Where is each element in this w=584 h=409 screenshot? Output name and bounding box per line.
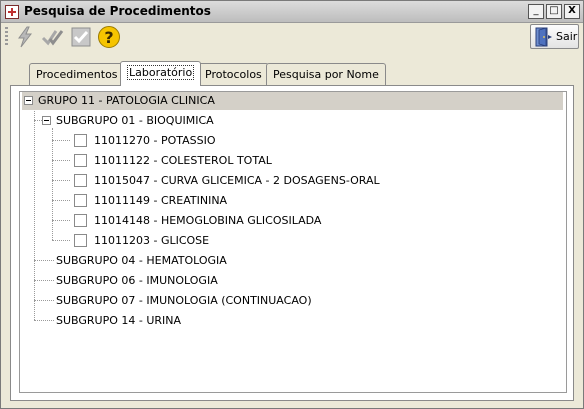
tabs-area: Procedimentos Laboratório Protocolos Pes…: [10, 55, 574, 401]
tree-item-label: 11011270 - POTASSIO: [94, 134, 216, 147]
door-exit-icon: [535, 27, 552, 47]
tree-item-label: 11011149 - CREATININA: [94, 194, 228, 207]
tree-subgroup-07[interactable]: SUBGRUPO 07 - IMUNOLOGIA (CONTINUACAO): [56, 292, 556, 310]
tree-node-label: SUBGRUPO 04 - HEMATOLOGIA: [56, 254, 227, 267]
tree-item-row[interactable]: 11011203 - GLICOSE: [74, 232, 554, 250]
tree-line: [52, 128, 53, 240]
lightning-icon[interactable]: [13, 25, 37, 49]
tree-item-label: 11011122 - COLESTEROL TOTAL: [94, 154, 272, 167]
tab-label: Pesquisa por Nome: [273, 68, 379, 81]
checkbox-check-icon[interactable]: [69, 25, 93, 49]
item-checkbox[interactable]: [74, 194, 87, 207]
tree-item-row[interactable]: 11015047 - CURVA GLICEMICA - 2 DOSAGENS-…: [74, 172, 554, 190]
tab-label: Protocolos: [205, 68, 262, 81]
item-checkbox[interactable]: [74, 154, 87, 167]
exit-button[interactable]: Sair: [530, 24, 579, 49]
tree-line: [34, 320, 54, 321]
tree-subgroup-14[interactable]: SUBGRUPO 14 - URINA: [56, 312, 556, 330]
tab-procedimentos[interactable]: Procedimentos: [29, 63, 125, 85]
item-checkbox[interactable]: [74, 174, 87, 187]
tree-item-label: 11014148 - HEMOGLOBINA GLICOSILADA: [94, 214, 322, 227]
toolbar: ? Sair: [1, 23, 583, 51]
tree-line: [52, 160, 70, 161]
close-button[interactable]: X: [564, 4, 580, 19]
collapse-icon[interactable]: [42, 116, 51, 125]
tree-line: [52, 200, 70, 201]
tab-pesquisa-por-nome[interactable]: Pesquisa por Nome: [266, 63, 386, 85]
title-bar[interactable]: Pesquisa de Procedimentos _ □ X: [1, 1, 583, 23]
tab-label: Procedimentos: [36, 68, 118, 81]
tree-root-grupo-11[interactable]: GRUPO 11 - PATOLOGIA CLINICA: [22, 92, 563, 110]
svg-text:?: ?: [104, 28, 113, 47]
item-checkbox[interactable]: [74, 214, 87, 227]
tree-subgroup-04[interactable]: SUBGRUPO 04 - HEMATOLOGIA: [56, 252, 556, 270]
tree-node-label: GRUPO 11 - PATOLOGIA CLINICA: [38, 94, 215, 107]
minimize-button[interactable]: _: [528, 4, 544, 19]
tree-item-label: 11011203 - GLICOSE: [94, 234, 210, 247]
tab-panel-laboratorio: GRUPO 11 - PATOLOGIA CLINICA SUBGRUPO 01…: [10, 85, 574, 401]
search-procedures-window: Pesquisa de Procedimentos _ □ X ? Sair P…: [0, 0, 584, 409]
tree-item-row[interactable]: 11011122 - COLESTEROL TOTAL: [74, 152, 554, 170]
tree-line: [34, 108, 35, 320]
tree-line: [52, 220, 70, 221]
tree-line: [34, 260, 54, 261]
tree-line: [52, 240, 70, 241]
collapse-icon[interactable]: [24, 96, 33, 105]
app-icon: [5, 5, 19, 19]
exit-button-label: Sair: [556, 30, 578, 43]
help-icon[interactable]: ?: [97, 25, 121, 49]
maximize-button[interactable]: □: [546, 4, 562, 19]
tab-label: Laboratório: [127, 65, 195, 80]
tree-item-label: 11015047 - CURVA GLICEMICA - 2 DOSAGENS-…: [94, 174, 380, 187]
tree-node-label: SUBGRUPO 06 - IMUNOLOGIA: [56, 274, 218, 287]
toolbar-grip[interactable]: [5, 27, 8, 47]
tree-item-row[interactable]: 11011149 - CREATININA: [74, 192, 554, 210]
tree-line: [34, 280, 54, 281]
tree-line: [34, 300, 54, 301]
tree-subgroup-01[interactable]: SUBGRUPO 01 - BIOQUIMICA: [40, 112, 540, 130]
tree-node-label: SUBGRUPO 01 - BIOQUIMICA: [56, 114, 214, 127]
tree-line: [52, 140, 70, 141]
window-title: Pesquisa de Procedimentos: [24, 4, 211, 18]
item-checkbox[interactable]: [74, 134, 87, 147]
item-checkbox[interactable]: [74, 234, 87, 247]
tree-line: [52, 180, 70, 181]
procedure-tree[interactable]: GRUPO 11 - PATOLOGIA CLINICA SUBGRUPO 01…: [19, 91, 567, 393]
tree-subgroup-06[interactable]: SUBGRUPO 06 - IMUNOLOGIA: [56, 272, 556, 290]
tab-laboratorio[interactable]: Laboratório: [120, 61, 202, 86]
double-check-icon[interactable]: [41, 25, 65, 49]
tree-node-label: SUBGRUPO 14 - URINA: [56, 314, 182, 327]
tree-item-row[interactable]: 11011270 - POTASSIO: [74, 132, 554, 150]
tab-protocolos[interactable]: Protocolos: [198, 63, 269, 85]
tree-item-row[interactable]: 11014148 - HEMOGLOBINA GLICOSILADA: [74, 212, 554, 230]
tree-node-label: SUBGRUPO 07 - IMUNOLOGIA (CONTINUACAO): [56, 294, 312, 307]
